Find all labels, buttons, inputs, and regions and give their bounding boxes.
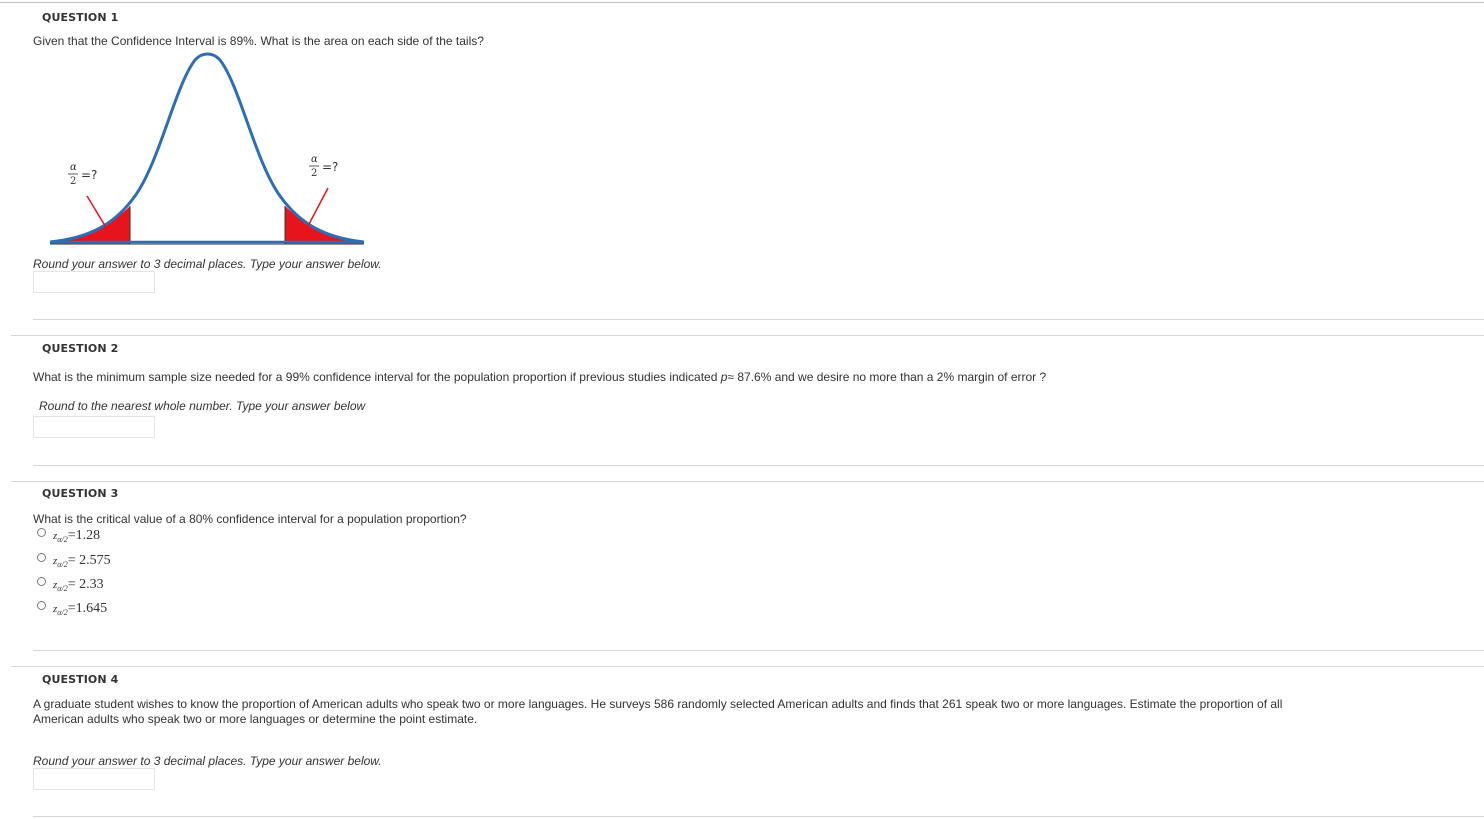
right-fraction-den: 2 bbox=[311, 168, 317, 179]
option-3-radio[interactable] bbox=[37, 577, 46, 586]
question-4-answer-input[interactable] bbox=[33, 768, 155, 790]
option-2[interactable]: zα/2= 2.575 bbox=[36, 552, 236, 572]
question-1-instruction: Round your answer to 3 decimal places. T… bbox=[33, 257, 382, 271]
question-4-top-divider bbox=[11, 666, 1484, 667]
option-4-label: zα/2=1.645 bbox=[53, 601, 108, 617]
question-2-top-divider bbox=[11, 335, 1484, 336]
normal-curve-figure: α 2 =? α 2 =? bbox=[49, 52, 365, 245]
question-4-instruction: Round your answer to 3 decimal places. T… bbox=[33, 754, 382, 768]
left-tail-area bbox=[50, 206, 130, 244]
option-4-value: =1.645 bbox=[67, 601, 108, 616]
option-3-label: zα/2= 2.33 bbox=[53, 577, 104, 593]
left-label-text: =? bbox=[81, 168, 97, 182]
question-2-text-after: 87.6% and we desire no more than a 2% ma… bbox=[737, 370, 1047, 384]
option-4-radio[interactable] bbox=[37, 601, 46, 610]
question-2-bottom-divider bbox=[33, 465, 1484, 466]
option-2-radio[interactable] bbox=[37, 553, 46, 562]
question-4-bottom-divider bbox=[33, 816, 1484, 817]
question-3-bottom-divider bbox=[33, 650, 1484, 651]
right-fraction-num: α bbox=[311, 154, 318, 165]
question-2-instruction: Round to the nearest whole number. Type … bbox=[39, 399, 366, 413]
option-1[interactable]: zα/2=1.28 bbox=[36, 527, 236, 547]
question-2-text-before: What is the minimum sample size needed f… bbox=[33, 370, 718, 384]
right-tail-label: α 2 =? bbox=[309, 154, 338, 179]
question-3-heading: QUESTION 3 bbox=[42, 487, 119, 500]
option-1-label: zα/2=1.28 bbox=[53, 528, 101, 544]
option-3[interactable]: zα/2= 2.33 bbox=[36, 576, 236, 596]
right-pointer-line bbox=[307, 187, 329, 227]
option-4[interactable]: zα/2=1.645 bbox=[36, 600, 236, 620]
top-divider bbox=[0, 2, 1484, 3]
right-label-text: =? bbox=[322, 160, 338, 174]
question-3-text: What is the critical value of a 80% conf… bbox=[33, 512, 467, 526]
question-1-answer-input[interactable] bbox=[33, 271, 155, 293]
question-2-heading: QUESTION 2 bbox=[42, 342, 119, 355]
left-fraction-den: 2 bbox=[70, 176, 76, 187]
left-fraction-num: α bbox=[70, 162, 77, 173]
question-2-text: What is the minimum sample size needed f… bbox=[33, 370, 1046, 384]
left-tail-label: α 2 =? bbox=[68, 162, 97, 187]
question-2-answer-input[interactable] bbox=[33, 416, 155, 438]
option-3-value: = 2.33 bbox=[67, 577, 104, 592]
question-4-text-line-2: American adults who speak two or more la… bbox=[33, 712, 478, 726]
option-2-value: = 2.575 bbox=[67, 553, 111, 568]
question-4-heading: QUESTION 4 bbox=[42, 673, 119, 686]
approx-symbol: ≈ bbox=[727, 370, 734, 384]
question-4-text-line-1: A graduate student wishes to know the pr… bbox=[33, 697, 1283, 711]
question-3-top-divider bbox=[11, 481, 1484, 482]
right-tail-area bbox=[285, 206, 364, 244]
question-1-heading: QUESTION 1 bbox=[42, 11, 119, 24]
option-2-label: zα/2= 2.575 bbox=[53, 553, 111, 569]
question-3-options: zα/2=1.28 zα/2= 2.575 zα/2= 2.33 zα/2=1.… bbox=[36, 527, 236, 617]
option-1-radio[interactable] bbox=[37, 528, 46, 537]
option-1-value: =1.28 bbox=[67, 528, 101, 543]
question-1-bottom-divider bbox=[33, 319, 1484, 320]
